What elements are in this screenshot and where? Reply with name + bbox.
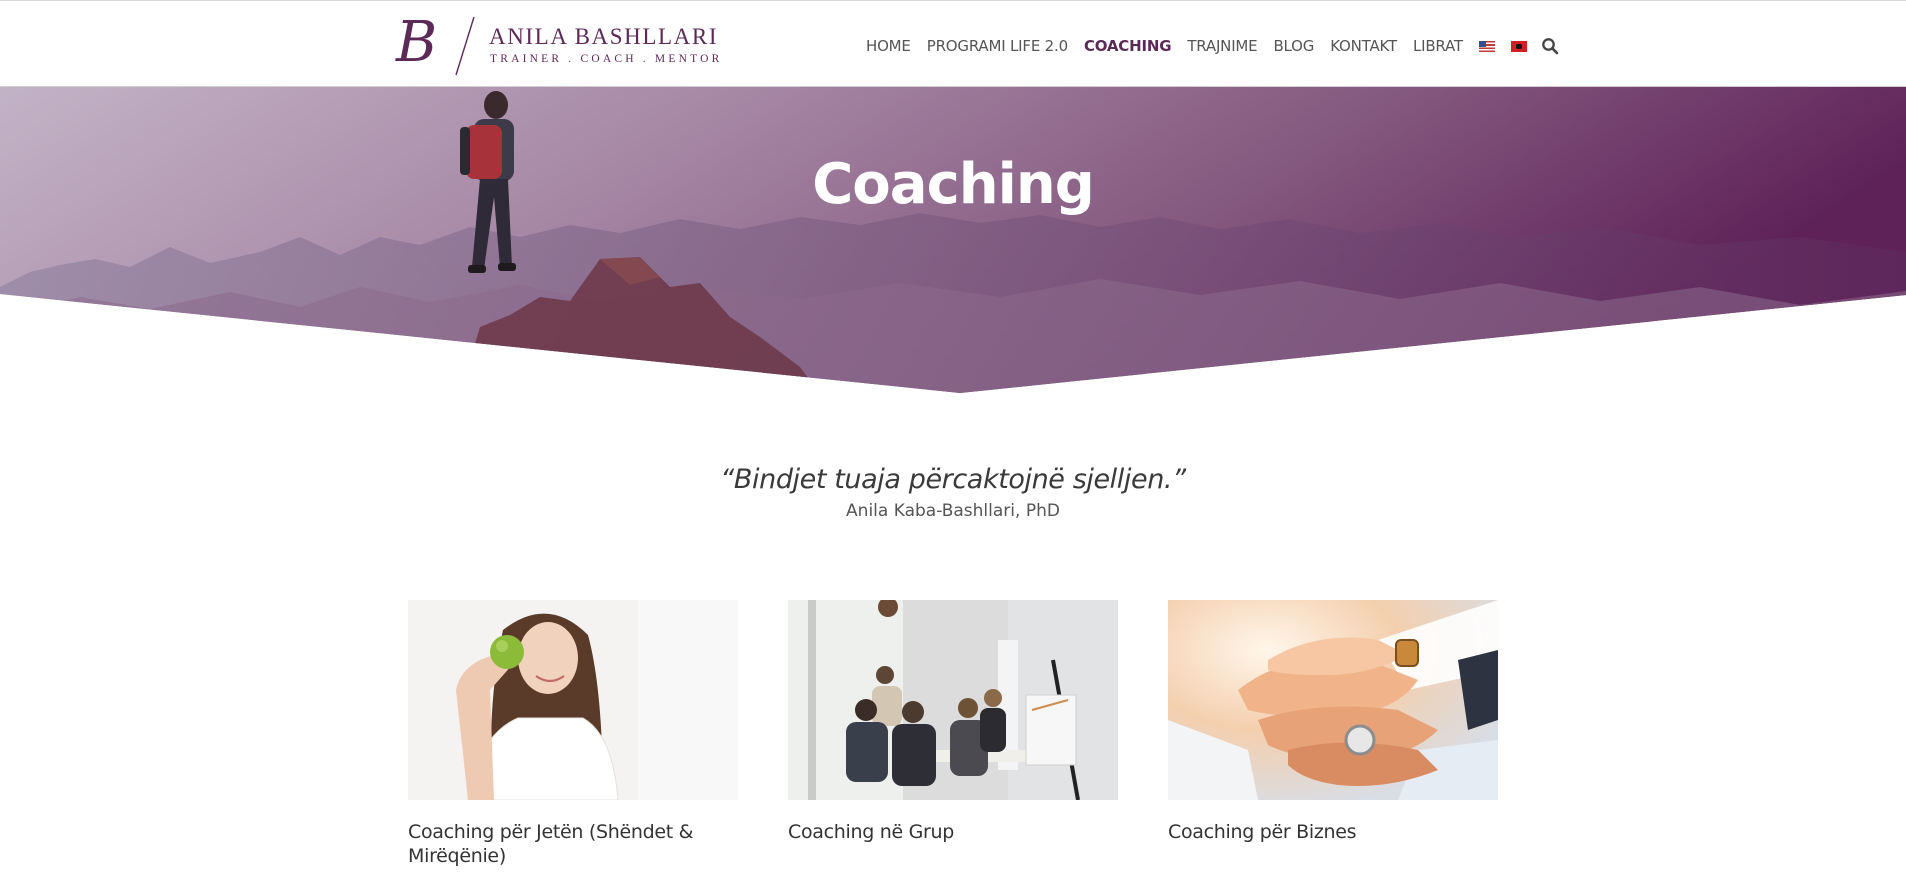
- nav-programi-life[interactable]: PROGRAMI LIFE 2.0: [927, 37, 1068, 55]
- logo-tagline: TRAINER . COACH . MENTOR: [490, 53, 723, 65]
- woman-with-apple-image[interactable]: [408, 600, 738, 800]
- nav-librat[interactable]: LIBRAT: [1413, 37, 1463, 55]
- card-title[interactable]: Coaching në Grup: [788, 820, 1118, 844]
- card-business-coaching[interactable]: Coaching për Biznes: [1168, 600, 1498, 844]
- site-logo[interactable]: B ANILA BASHLLARI TRAINER . COACH . MENT…: [396, 10, 719, 77]
- site-header: B ANILA BASHLLARI TRAINER . COACH . MENT…: [0, 0, 1906, 87]
- nav-trajnime[interactable]: TRAJNIME: [1187, 37, 1257, 55]
- nav-blog[interactable]: BLOG: [1273, 37, 1314, 55]
- card-group-coaching[interactable]: Coaching në Grup: [788, 600, 1118, 844]
- nav-home[interactable]: HOME: [866, 37, 911, 55]
- logo-name: ANILA BASHLLARI: [489, 24, 719, 49]
- card-life-coaching[interactable]: Coaching për Jetën (Shëndet & Mirëqënie): [408, 600, 738, 868]
- logo-divider: [455, 16, 475, 76]
- quote-author: Anila Kaba-Bashllari, PhD: [846, 501, 1060, 521]
- stacked-hands-image[interactable]: [1168, 600, 1498, 800]
- group-meeting-image[interactable]: [788, 600, 1118, 800]
- card-title[interactable]: Coaching për Biznes: [1168, 820, 1498, 844]
- flag-albania-icon[interactable]: [1510, 40, 1527, 52]
- search-icon[interactable]: [1541, 37, 1559, 55]
- card-title[interactable]: Coaching për Jetën (Shëndet & Mirëqënie): [408, 820, 738, 868]
- hero-banner: Coaching: [0, 87, 1906, 394]
- hero-background: [0, 87, 1906, 393]
- page-title: Coaching: [812, 152, 1095, 217]
- nav-kontakt[interactable]: KONTAKT: [1330, 37, 1397, 55]
- flag-us-icon[interactable]: [1478, 40, 1495, 52]
- main-nav: HOME PROGRAMI LIFE 2.0 COACHING TRAJNIME…: [866, 34, 1559, 58]
- quote-text: “Bindjet tuaja përcaktojnë sjelljen.”: [720, 464, 1186, 495]
- nav-coaching[interactable]: COACHING: [1084, 37, 1172, 55]
- logo-monogram: B: [396, 10, 438, 75]
